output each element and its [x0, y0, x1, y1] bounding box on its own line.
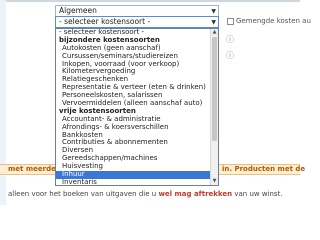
cost-type-select-value: - selecteer kostensoort - [59, 17, 151, 26]
help-text-prefix: alleen voor het boeken van uitgaven die … [8, 190, 159, 198]
scroll-down-icon[interactable]: ▼ [211, 178, 218, 185]
warning-text-right: in. Producten met de [222, 165, 306, 173]
dropdown-scrollbar[interactable]: ▲ ▼ [210, 29, 218, 185]
info-icon[interactable]: ⓘ [226, 52, 234, 60]
category-select-value: Algemeen [59, 6, 97, 15]
cost-type-select[interactable]: - selecteer kostensoort - ▼ [55, 16, 219, 28]
mixed-costs-checkbox[interactable] [227, 18, 234, 25]
top-border [0, 0, 300, 2]
scroll-thumb[interactable] [212, 37, 217, 141]
help-text: alleen voor het boeken van uitgaven die … [8, 190, 283, 199]
scroll-up-icon[interactable]: ▲ [211, 29, 218, 36]
caret-down-icon: ▼ [211, 19, 216, 26]
dropdown-option[interactable]: Inventaris [56, 178, 218, 185]
help-text-suffix: van uw winst. [232, 190, 283, 198]
info-icon[interactable]: ⓘ [226, 36, 234, 44]
cost-type-dropdown-list[interactable]: - selecteer kostensoort - bijzondere kost… [55, 28, 219, 186]
help-text-emphasis: wel mag aftrekken [158, 190, 233, 198]
dropdown-options: - selecteer kostensoort - bijzondere kost… [56, 29, 218, 185]
mixed-costs-label: Gemengde kosten au [236, 17, 311, 25]
